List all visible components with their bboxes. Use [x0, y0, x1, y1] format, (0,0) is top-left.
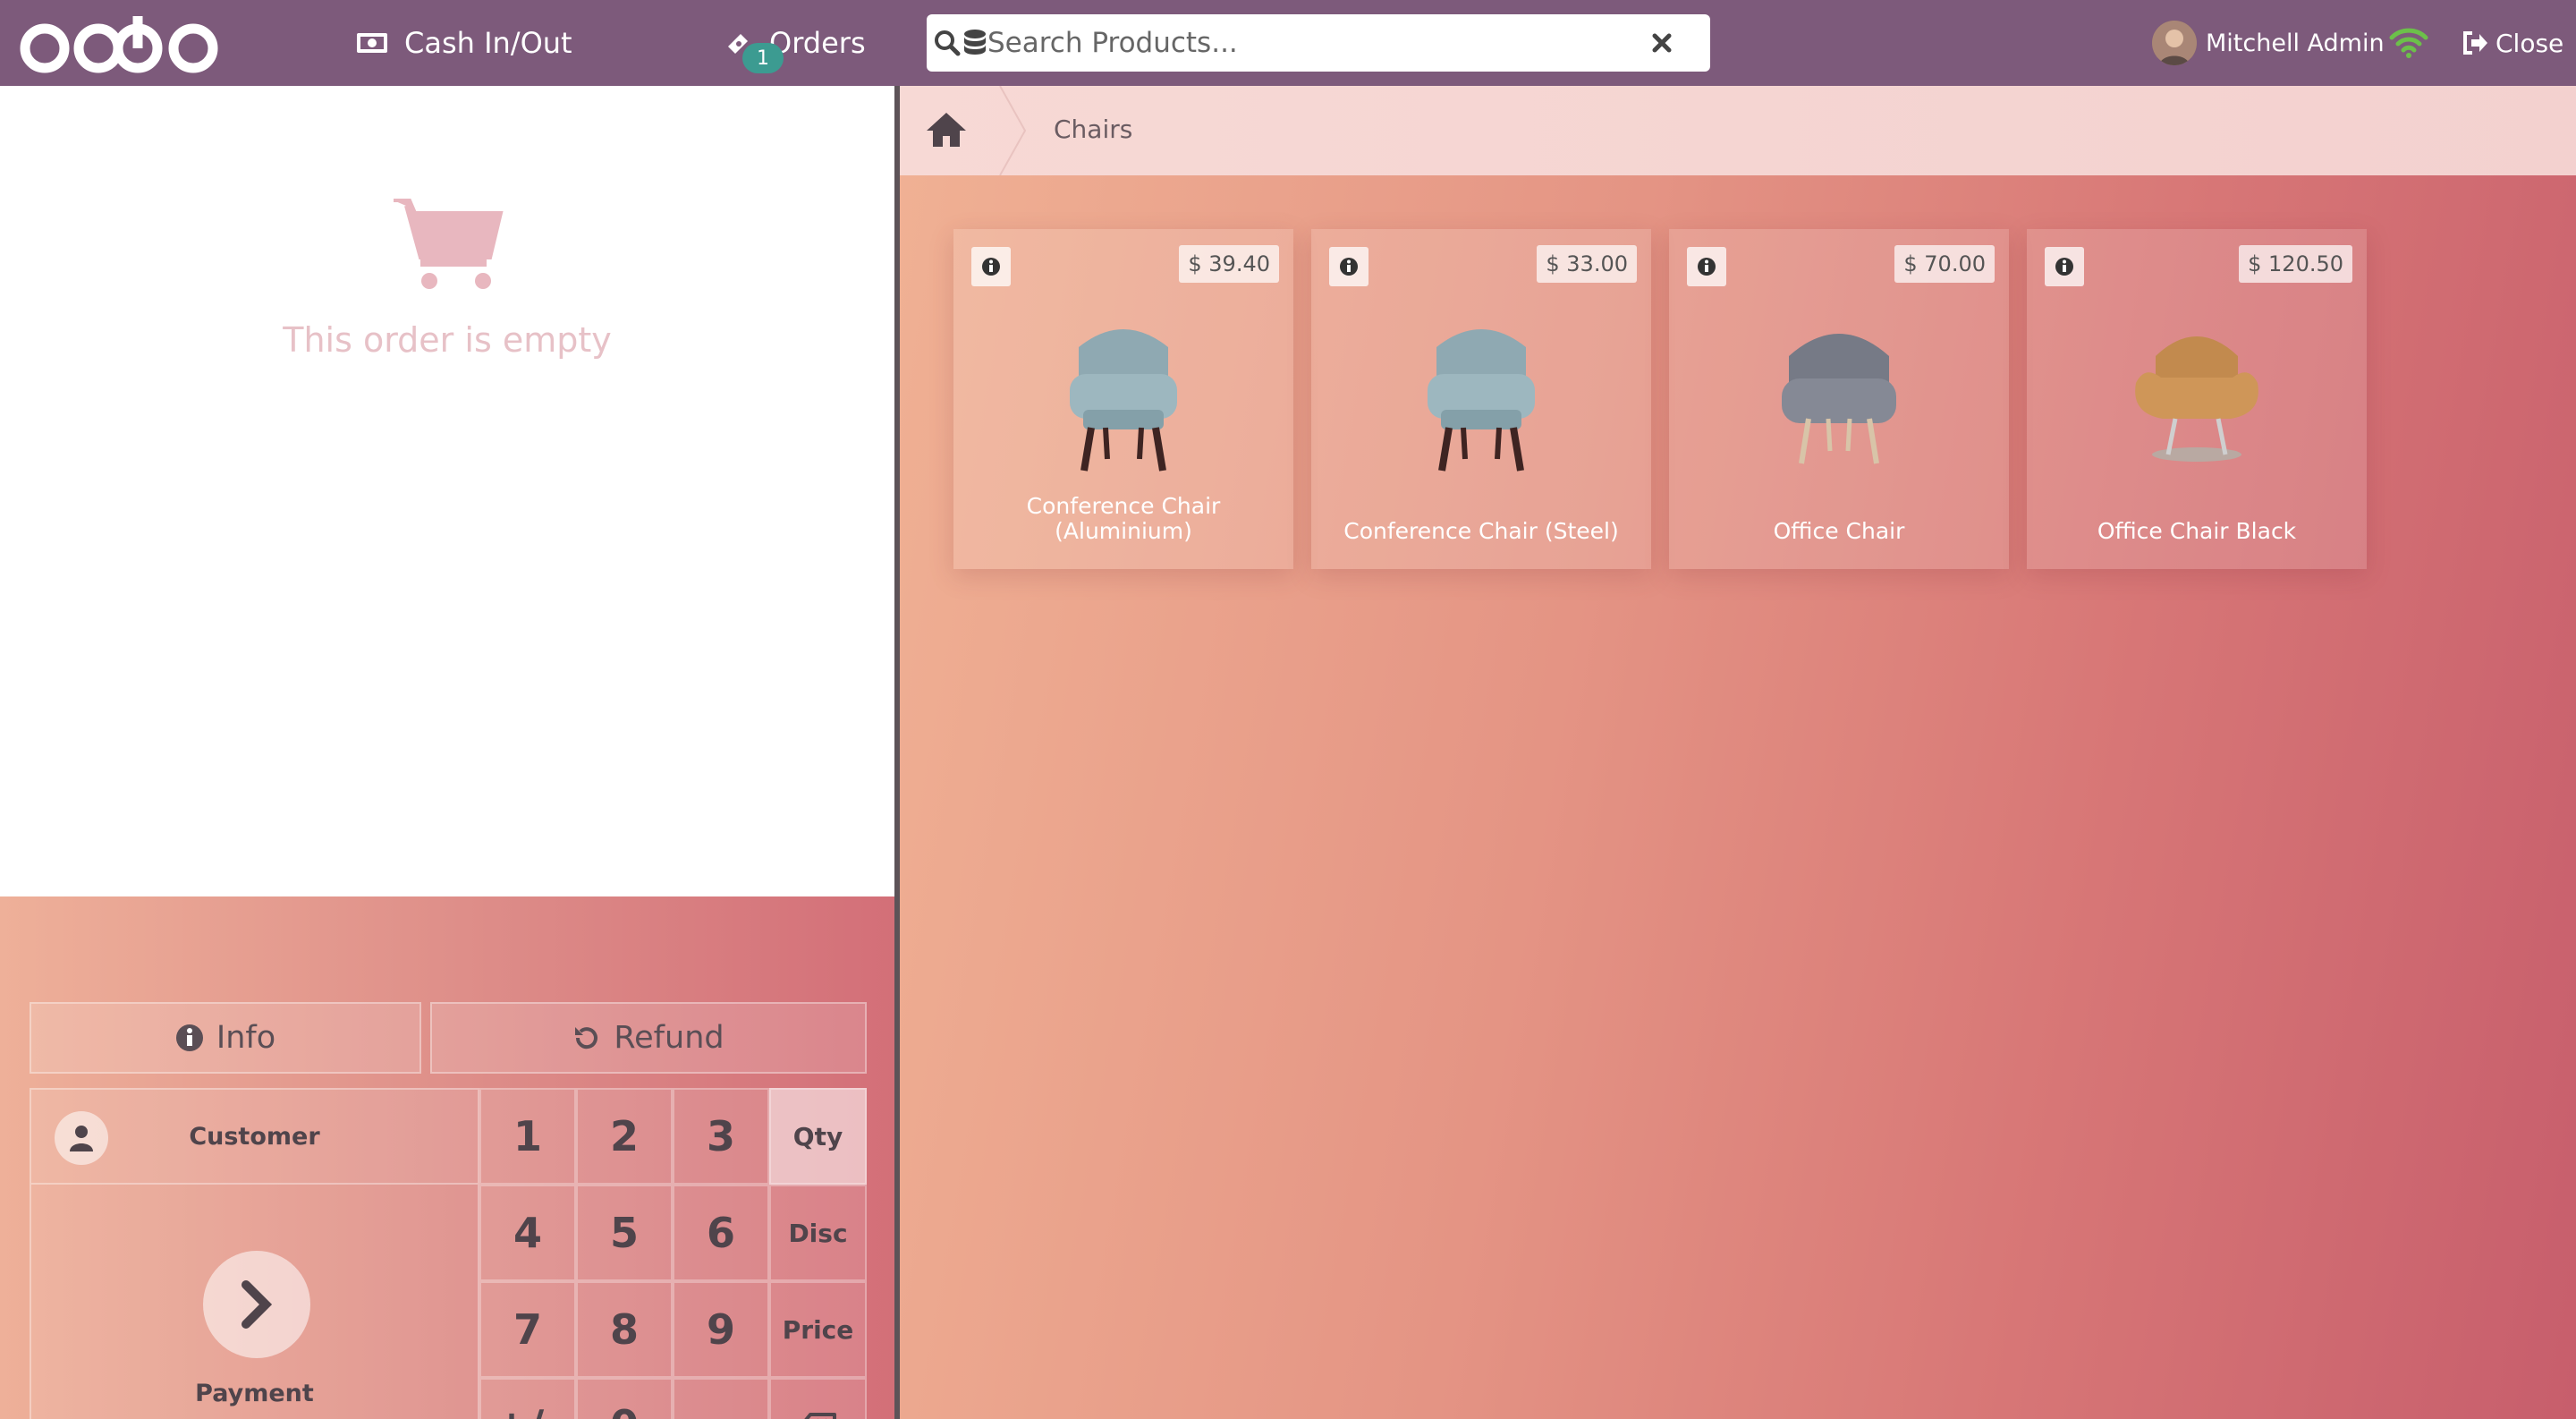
search-input[interactable]	[987, 16, 1614, 70]
product-card[interactable]: $ 39.40 Conference Chair (Aluminium)	[953, 229, 1293, 569]
user-name: Mitchell Admin	[2206, 29, 2385, 57]
numpad-key-8[interactable]: 8	[576, 1281, 673, 1378]
product-image	[1428, 329, 1535, 472]
refund-button[interactable]: Refund	[430, 1002, 867, 1074]
breadcrumb: Chairs	[900, 86, 2576, 175]
orders-label: Orders	[769, 26, 866, 60]
ticket-icon: 1	[724, 29, 784, 73]
cash-in-out-label: Cash In/Out	[404, 26, 572, 60]
numpad-key-6[interactable]: 6	[673, 1185, 769, 1281]
breadcrumb-category[interactable]: Chairs	[1054, 115, 1132, 144]
search-icon	[935, 30, 961, 56]
info-icon[interactable]	[2045, 247, 2084, 286]
search-bar	[927, 14, 1710, 72]
info-icon	[175, 1024, 204, 1052]
numpad-key-3[interactable]: 3	[673, 1088, 769, 1185]
product-card[interactable]: $ 33.00 Conference Chair (Steel)	[1311, 229, 1651, 569]
customer-label: Customer	[189, 1122, 320, 1151]
numpad-key-plus-minus[interactable]: +/-	[479, 1378, 576, 1419]
customer-button[interactable]: Customer	[30, 1088, 479, 1185]
mode-disc-button[interactable]: Disc	[769, 1185, 867, 1281]
numpad-key-2[interactable]: 2	[576, 1088, 673, 1185]
numpad: 1 2 3 Qty 4 5 6 Disc 7 8 9 Price +/- 0 .	[479, 1088, 867, 1419]
control-panel: Info Refund Customer Payment 1 2 3 Qty 4	[0, 896, 894, 1419]
product-name: Conference Chair (Steel)	[1343, 518, 1619, 544]
cash-icon	[356, 31, 388, 55]
cart-icon	[394, 199, 504, 289]
close-button[interactable]: Close	[2462, 0, 2563, 86]
product-name-line1: Conference Chair	[1026, 493, 1221, 519]
info-icon[interactable]	[971, 247, 1011, 286]
info-icon[interactable]	[1329, 247, 1368, 286]
undo-icon	[572, 1024, 601, 1052]
avatar	[2152, 21, 2197, 65]
breadcrumb-separator	[999, 86, 1027, 175]
numpad-key-7[interactable]: 7	[479, 1281, 576, 1378]
product-image	[1070, 329, 1177, 472]
top-bar: Cash In/Out 1 Orders Mitchell Admin	[0, 0, 2576, 86]
info-label: Info	[216, 1020, 276, 1056]
product-price: $ 120.50	[2239, 245, 2352, 283]
cash-in-out-button[interactable]: Cash In/Out	[356, 0, 572, 86]
payment-label: Payment	[195, 1380, 314, 1407]
database-icon	[964, 30, 986, 55]
info-button[interactable]: Info	[30, 1002, 421, 1074]
payment-button[interactable]: Payment	[30, 1185, 479, 1419]
product-price: $ 70.00	[1894, 245, 1995, 283]
product-price: $ 33.00	[1537, 245, 1637, 283]
order-list: This order is empty	[0, 86, 894, 896]
product-card[interactable]: $ 70.00 Office Chair	[1669, 229, 2009, 569]
backspace-icon	[803, 1413, 836, 1419]
product-image	[1782, 334, 1896, 464]
backspace-button[interactable]	[769, 1378, 867, 1419]
product-name: Office Chair Black	[2097, 518, 2297, 544]
clear-icon[interactable]	[1649, 30, 1674, 55]
mode-qty-button[interactable]: Qty	[769, 1088, 867, 1185]
wifi-icon	[2389, 28, 2428, 58]
close-label: Close	[2496, 28, 2564, 58]
product-name-line2: (Aluminium)	[1055, 518, 1192, 544]
info-icon[interactable]	[1687, 247, 1726, 286]
product-name: Office Chair	[1773, 518, 1905, 544]
user-menu[interactable]: Mitchell Admin	[2152, 0, 2385, 86]
home-icon[interactable]	[923, 109, 970, 150]
numpad-key-9[interactable]: 9	[673, 1281, 769, 1378]
numpad-key-5[interactable]: 5	[576, 1185, 673, 1281]
numpad-key-4[interactable]: 4	[479, 1185, 576, 1281]
numpad-key-0[interactable]: 0	[576, 1378, 673, 1419]
orders-count-badge: 1	[742, 43, 784, 73]
order-pane: This order is empty Info Refund Customer	[0, 86, 894, 1419]
orders-button[interactable]: 1 Orders	[724, 0, 866, 86]
chevron-right-icon	[203, 1251, 310, 1358]
empty-order-message: This order is empty	[283, 320, 612, 360]
product-image	[2135, 336, 2258, 462]
numpad-key-decimal[interactable]: .	[673, 1378, 769, 1419]
numpad-key-1[interactable]: 1	[479, 1088, 576, 1185]
user-icon	[55, 1111, 108, 1165]
product-screen: Chairs $ 39.40 Conference Chair (Alumini…	[900, 86, 2576, 1419]
odoo-logo	[20, 16, 218, 73]
product-price: $ 39.40	[1179, 245, 1279, 283]
refund-label: Refund	[614, 1020, 724, 1056]
product-card[interactable]: $ 120.50 Office Chair Black	[2027, 229, 2367, 569]
signout-icon	[2462, 30, 2488, 55]
mode-price-button[interactable]: Price	[769, 1281, 867, 1378]
